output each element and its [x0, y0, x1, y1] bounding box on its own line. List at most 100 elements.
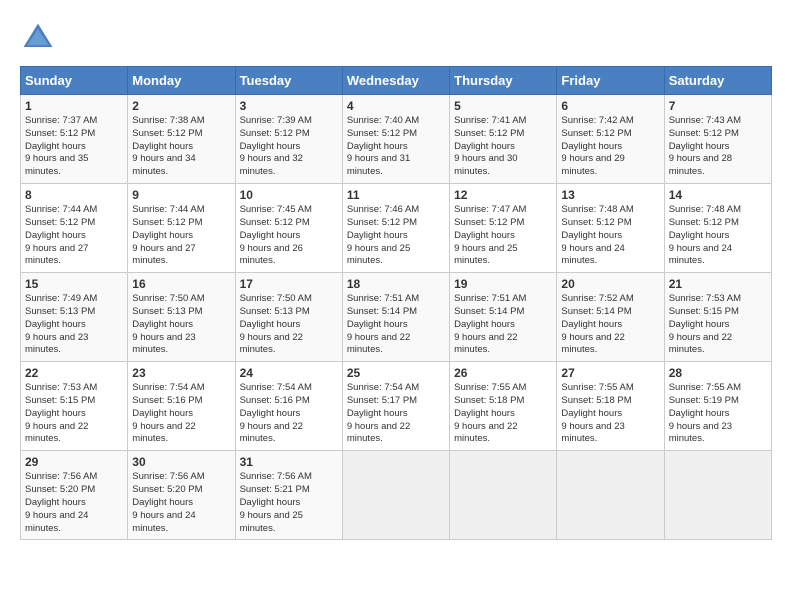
day-info: Sunrise: 7:48 AM Sunset: 5:12 PM Dayligh… [561, 204, 659, 268]
day-info: Sunrise: 7:45 AM Sunset: 5:12 PM Dayligh… [240, 204, 338, 268]
column-header-monday: Monday [128, 67, 235, 95]
day-cell: 9 Sunrise: 7:44 AM Sunset: 5:12 PM Dayli… [128, 184, 235, 273]
calendar-table: SundayMondayTuesdayWednesdayThursdayFrid… [20, 66, 772, 540]
day-number: 17 [240, 277, 338, 291]
day-cell: 31 Sunrise: 7:56 AM Sunset: 5:21 PM Dayl… [235, 451, 342, 540]
day-cell: 14 Sunrise: 7:48 AM Sunset: 5:12 PM Dayl… [664, 184, 771, 273]
day-number: 13 [561, 188, 659, 202]
day-cell: 28 Sunrise: 7:55 AM Sunset: 5:19 PM Dayl… [664, 362, 771, 451]
day-number: 4 [347, 99, 445, 113]
day-cell: 23 Sunrise: 7:54 AM Sunset: 5:16 PM Dayl… [128, 362, 235, 451]
day-cell: 22 Sunrise: 7:53 AM Sunset: 5:15 PM Dayl… [21, 362, 128, 451]
day-cell: 8 Sunrise: 7:44 AM Sunset: 5:12 PM Dayli… [21, 184, 128, 273]
day-number: 30 [132, 455, 230, 469]
column-header-thursday: Thursday [450, 67, 557, 95]
day-info: Sunrise: 7:53 AM Sunset: 5:15 PM Dayligh… [25, 382, 123, 446]
day-info: Sunrise: 7:55 AM Sunset: 5:19 PM Dayligh… [669, 382, 767, 446]
day-cell: 11 Sunrise: 7:46 AM Sunset: 5:12 PM Dayl… [342, 184, 449, 273]
day-cell: 20 Sunrise: 7:52 AM Sunset: 5:14 PM Dayl… [557, 273, 664, 362]
day-number: 10 [240, 188, 338, 202]
column-header-friday: Friday [557, 67, 664, 95]
day-number: 21 [669, 277, 767, 291]
day-number: 3 [240, 99, 338, 113]
day-cell: 21 Sunrise: 7:53 AM Sunset: 5:15 PM Dayl… [664, 273, 771, 362]
day-number: 14 [669, 188, 767, 202]
day-info: Sunrise: 7:51 AM Sunset: 5:14 PM Dayligh… [454, 293, 552, 357]
day-number: 18 [347, 277, 445, 291]
day-cell: 3 Sunrise: 7:39 AM Sunset: 5:12 PM Dayli… [235, 95, 342, 184]
day-info: Sunrise: 7:55 AM Sunset: 5:18 PM Dayligh… [454, 382, 552, 446]
week-row-2: 8 Sunrise: 7:44 AM Sunset: 5:12 PM Dayli… [21, 184, 772, 273]
day-cell: 29 Sunrise: 7:56 AM Sunset: 5:20 PM Dayl… [21, 451, 128, 540]
day-cell: 19 Sunrise: 7:51 AM Sunset: 5:14 PM Dayl… [450, 273, 557, 362]
day-info: Sunrise: 7:54 AM Sunset: 5:17 PM Dayligh… [347, 382, 445, 446]
week-row-4: 22 Sunrise: 7:53 AM Sunset: 5:15 PM Dayl… [21, 362, 772, 451]
day-number: 7 [669, 99, 767, 113]
day-number: 23 [132, 366, 230, 380]
day-info: Sunrise: 7:53 AM Sunset: 5:15 PM Dayligh… [669, 293, 767, 357]
day-info: Sunrise: 7:37 AM Sunset: 5:12 PM Dayligh… [25, 115, 123, 179]
day-cell: 16 Sunrise: 7:50 AM Sunset: 5:13 PM Dayl… [128, 273, 235, 362]
day-number: 8 [25, 188, 123, 202]
day-number: 29 [25, 455, 123, 469]
day-cell: 2 Sunrise: 7:38 AM Sunset: 5:12 PM Dayli… [128, 95, 235, 184]
day-info: Sunrise: 7:42 AM Sunset: 5:12 PM Dayligh… [561, 115, 659, 179]
day-cell: 12 Sunrise: 7:47 AM Sunset: 5:12 PM Dayl… [450, 184, 557, 273]
page-header [20, 20, 772, 56]
day-info: Sunrise: 7:38 AM Sunset: 5:12 PM Dayligh… [132, 115, 230, 179]
day-number: 16 [132, 277, 230, 291]
day-info: Sunrise: 7:49 AM Sunset: 5:13 PM Dayligh… [25, 293, 123, 357]
day-number: 28 [669, 366, 767, 380]
day-number: 26 [454, 366, 552, 380]
day-info: Sunrise: 7:43 AM Sunset: 5:12 PM Dayligh… [669, 115, 767, 179]
day-cell: 27 Sunrise: 7:55 AM Sunset: 5:18 PM Dayl… [557, 362, 664, 451]
day-cell [557, 451, 664, 540]
calendar-header-row: SundayMondayTuesdayWednesdayThursdayFrid… [21, 67, 772, 95]
day-info: Sunrise: 7:48 AM Sunset: 5:12 PM Dayligh… [669, 204, 767, 268]
day-number: 20 [561, 277, 659, 291]
day-number: 1 [25, 99, 123, 113]
day-number: 15 [25, 277, 123, 291]
day-info: Sunrise: 7:44 AM Sunset: 5:12 PM Dayligh… [132, 204, 230, 268]
day-cell: 25 Sunrise: 7:54 AM Sunset: 5:17 PM Dayl… [342, 362, 449, 451]
day-cell: 6 Sunrise: 7:42 AM Sunset: 5:12 PM Dayli… [557, 95, 664, 184]
day-info: Sunrise: 7:56 AM Sunset: 5:20 PM Dayligh… [132, 471, 230, 535]
day-cell: 17 Sunrise: 7:50 AM Sunset: 5:13 PM Dayl… [235, 273, 342, 362]
day-number: 6 [561, 99, 659, 113]
logo [20, 20, 62, 56]
column-header-wednesday: Wednesday [342, 67, 449, 95]
day-cell: 10 Sunrise: 7:45 AM Sunset: 5:12 PM Dayl… [235, 184, 342, 273]
day-info: Sunrise: 7:40 AM Sunset: 5:12 PM Dayligh… [347, 115, 445, 179]
day-cell: 13 Sunrise: 7:48 AM Sunset: 5:12 PM Dayl… [557, 184, 664, 273]
day-info: Sunrise: 7:51 AM Sunset: 5:14 PM Dayligh… [347, 293, 445, 357]
day-number: 19 [454, 277, 552, 291]
day-number: 2 [132, 99, 230, 113]
week-row-1: 1 Sunrise: 7:37 AM Sunset: 5:12 PM Dayli… [21, 95, 772, 184]
column-header-saturday: Saturday [664, 67, 771, 95]
day-info: Sunrise: 7:56 AM Sunset: 5:20 PM Dayligh… [25, 471, 123, 535]
day-info: Sunrise: 7:50 AM Sunset: 5:13 PM Dayligh… [132, 293, 230, 357]
day-number: 22 [25, 366, 123, 380]
week-row-3: 15 Sunrise: 7:49 AM Sunset: 5:13 PM Dayl… [21, 273, 772, 362]
day-cell [664, 451, 771, 540]
day-info: Sunrise: 7:39 AM Sunset: 5:12 PM Dayligh… [240, 115, 338, 179]
day-number: 31 [240, 455, 338, 469]
day-number: 25 [347, 366, 445, 380]
day-info: Sunrise: 7:50 AM Sunset: 5:13 PM Dayligh… [240, 293, 338, 357]
day-cell: 30 Sunrise: 7:56 AM Sunset: 5:20 PM Dayl… [128, 451, 235, 540]
day-cell: 15 Sunrise: 7:49 AM Sunset: 5:13 PM Dayl… [21, 273, 128, 362]
day-cell: 24 Sunrise: 7:54 AM Sunset: 5:16 PM Dayl… [235, 362, 342, 451]
day-number: 9 [132, 188, 230, 202]
day-cell [342, 451, 449, 540]
day-cell: 18 Sunrise: 7:51 AM Sunset: 5:14 PM Dayl… [342, 273, 449, 362]
day-info: Sunrise: 7:54 AM Sunset: 5:16 PM Dayligh… [132, 382, 230, 446]
day-cell [450, 451, 557, 540]
day-info: Sunrise: 7:41 AM Sunset: 5:12 PM Dayligh… [454, 115, 552, 179]
column-header-sunday: Sunday [21, 67, 128, 95]
day-cell: 26 Sunrise: 7:55 AM Sunset: 5:18 PM Dayl… [450, 362, 557, 451]
day-info: Sunrise: 7:47 AM Sunset: 5:12 PM Dayligh… [454, 204, 552, 268]
day-cell: 1 Sunrise: 7:37 AM Sunset: 5:12 PM Dayli… [21, 95, 128, 184]
day-number: 24 [240, 366, 338, 380]
day-cell: 4 Sunrise: 7:40 AM Sunset: 5:12 PM Dayli… [342, 95, 449, 184]
day-number: 12 [454, 188, 552, 202]
